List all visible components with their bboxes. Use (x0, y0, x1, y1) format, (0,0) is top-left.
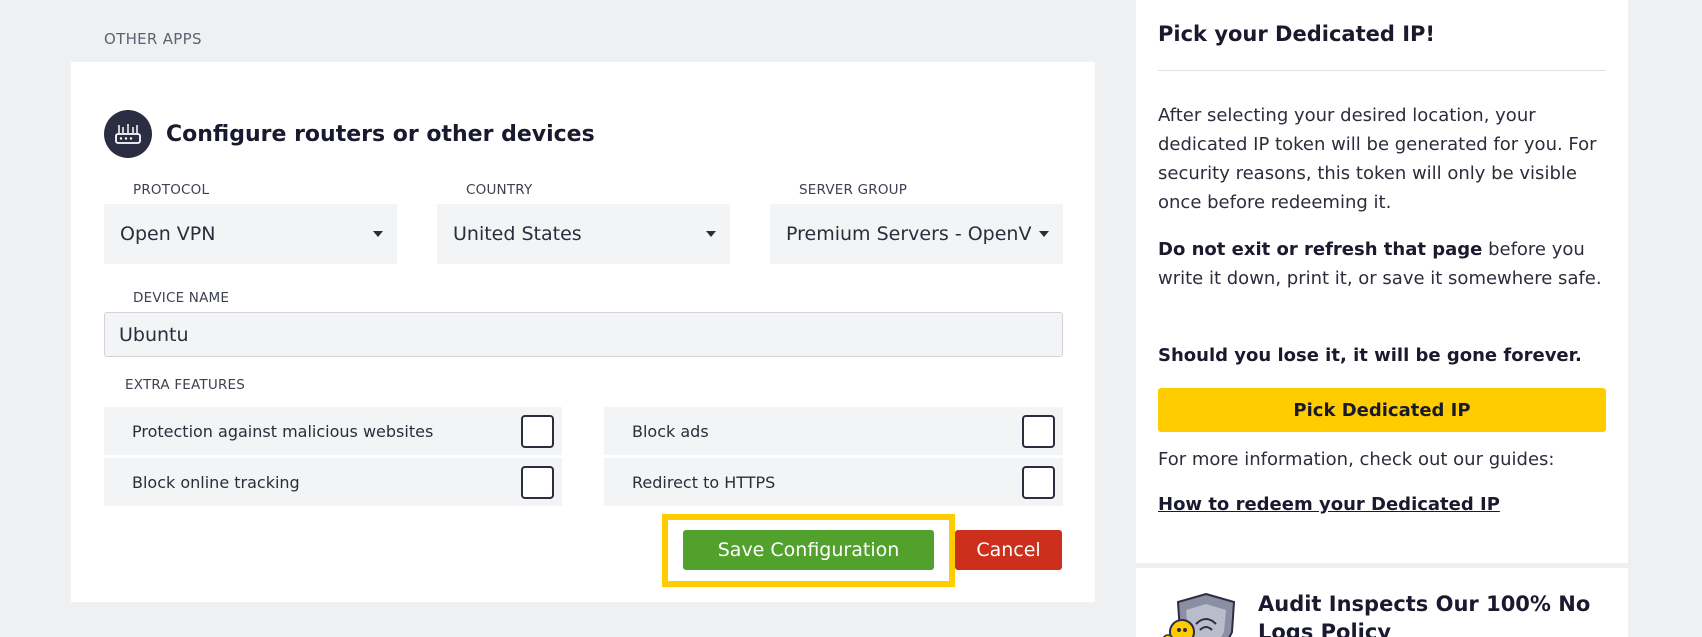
chevron-down-icon (1039, 231, 1049, 237)
save-configuration-button[interactable]: Save Configuration (683, 530, 934, 570)
caution-text: Should you lose it, it will be gone fore… (1158, 345, 1582, 366)
protocol-value: Open VPN (120, 223, 216, 245)
server-group-value: Premium Servers - OpenVPN (786, 223, 1033, 245)
pick-dedicated-ip-button[interactable]: Pick Dedicated IP (1158, 388, 1606, 432)
redirect-https-checkbox[interactable] (1022, 466, 1055, 499)
redeem-guide-link[interactable]: How to redeem your Dedicated IP (1158, 494, 1500, 515)
dedicated-ip-title: Pick your Dedicated IP! (1158, 22, 1435, 46)
protocol-select[interactable]: Open VPN (104, 204, 397, 264)
divider (1158, 70, 1606, 71)
feature-block-tracking[interactable]: Block online tracking (104, 458, 562, 506)
country-select[interactable]: United States (437, 204, 730, 264)
feature-label: Block ads (632, 421, 709, 441)
feature-redirect-https[interactable]: Redirect to HTTPS (604, 458, 1063, 506)
card-header: Configure routers or other devices (104, 110, 595, 158)
protocol-label: PROTOCOL (133, 182, 210, 198)
guides-text: For more information, check out our guid… (1158, 449, 1555, 470)
audit-text-prefix: Audit Inspects Our 100% (1258, 592, 1559, 616)
malicious-protection-checkbox[interactable] (521, 415, 554, 448)
chevron-down-icon (373, 231, 383, 237)
feature-block-ads[interactable]: Block ads (604, 407, 1063, 455)
warning-emphasis: Do not exit or refresh that page (1158, 239, 1483, 260)
section-heading: OTHER APPS (104, 30, 202, 48)
server-group-select[interactable]: Premium Servers - OpenVPN (770, 204, 1063, 264)
country-value: United States (453, 223, 582, 245)
dedicated-ip-warning: Do not exit or refresh that page before … (1158, 235, 1606, 293)
device-name-input[interactable] (104, 312, 1063, 357)
dedicated-ip-card: Pick your Dedicated IP! After selecting … (1136, 0, 1628, 563)
feature-label: Block online tracking (132, 472, 300, 492)
country-label: COUNTRY (466, 182, 533, 198)
device-name-label: DEVICE NAME (133, 290, 230, 306)
audit-card[interactable]: Audit Inspects Our 100% No Logs Policy (1136, 568, 1628, 637)
cancel-button[interactable]: Cancel (955, 530, 1062, 570)
extra-features-label: EXTRA FEATURES (125, 377, 246, 393)
block-ads-checkbox[interactable] (1022, 415, 1055, 448)
feature-label: Protection against malicious websites (132, 421, 434, 441)
router-icon (104, 110, 152, 158)
server-group-label: SERVER GROUP (799, 182, 908, 198)
dedicated-ip-description: After selecting your desired location, y… (1158, 105, 1597, 213)
chevron-down-icon (706, 231, 716, 237)
shield-badge-icon (1158, 588, 1248, 637)
block-tracking-checkbox[interactable] (521, 466, 554, 499)
card-title: Configure routers or other devices (166, 121, 595, 147)
feature-label: Redirect to HTTPS (632, 472, 776, 492)
feature-malicious-protection[interactable]: Protection against malicious websites (104, 407, 562, 455)
audit-headline: Audit Inspects Our 100% No Logs Policy (1258, 590, 1598, 637)
dedicated-ip-caution: Should you lose it, it will be gone fore… (1158, 341, 1606, 370)
